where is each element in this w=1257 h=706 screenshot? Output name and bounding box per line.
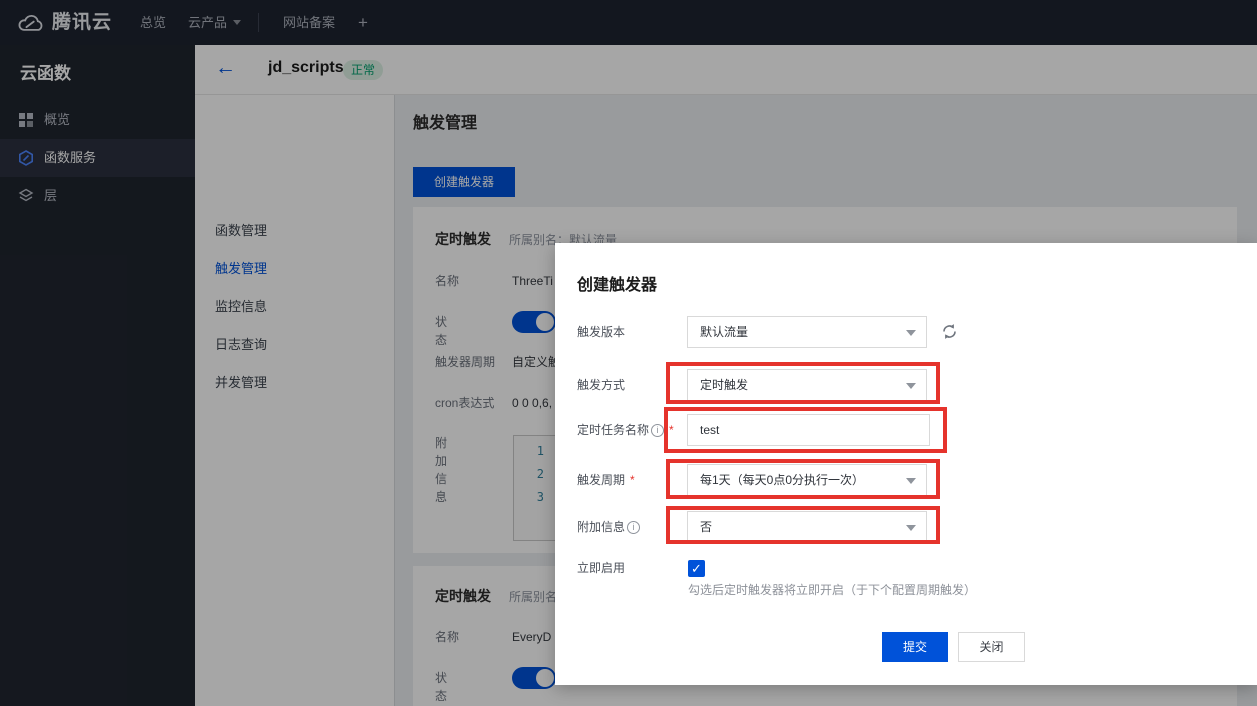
app-window: 腾讯云 总览 云产品 网站备案 + 云函数 概览 函数服务 层 ← xyxy=(0,0,1257,706)
task-name-label: 定时任务名称i* xyxy=(577,414,674,446)
extra-info-select[interactable]: 否 xyxy=(687,511,927,543)
refresh-icon[interactable] xyxy=(940,322,959,346)
trigger-method-label: 触发方式 xyxy=(577,369,625,401)
info-icon[interactable]: i xyxy=(651,424,664,437)
extra-info-label: 附加信息i xyxy=(577,511,640,543)
trigger-period-select[interactable]: 每1天（每天0点0分执行一次） xyxy=(687,464,927,496)
trigger-period-label: 触发周期* xyxy=(577,464,635,496)
chevron-down-icon xyxy=(906,478,916,484)
create-trigger-modal: 创建触发器 触发版本 默认流量 触发方式 定时触发 定时任务名称i* xyxy=(555,243,1257,685)
enable-now-label: 立即启用 xyxy=(577,552,625,584)
enable-now-checkbox-checked[interactable]: ✓ xyxy=(688,560,705,577)
required-asterisk: * xyxy=(630,473,635,487)
enable-now-hint: 勾选后定时触发器将立即开启（于下个配置周期触发） xyxy=(688,581,976,598)
trigger-method-select[interactable]: 定时触发 xyxy=(687,369,927,401)
info-icon[interactable]: i xyxy=(627,521,640,534)
trigger-version-select[interactable]: 默认流量 xyxy=(687,316,927,348)
required-asterisk: * xyxy=(669,423,674,437)
trigger-version-label: 触发版本 xyxy=(577,316,625,348)
task-name-input[interactable] xyxy=(687,414,930,446)
submit-button[interactable]: 提交 xyxy=(882,632,948,662)
modal-title: 创建触发器 xyxy=(577,271,657,295)
chevron-down-icon xyxy=(906,383,916,389)
chevron-down-icon xyxy=(906,330,916,336)
close-button[interactable]: 关闭 xyxy=(958,632,1025,662)
chevron-down-icon xyxy=(906,525,916,531)
